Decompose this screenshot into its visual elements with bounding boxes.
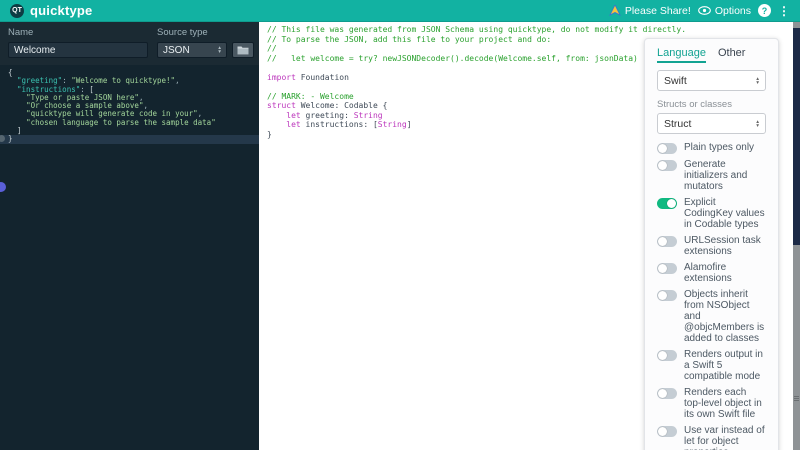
toggle-switch[interactable] [657, 236, 677, 247]
code-line: } [0, 135, 259, 144]
toggle-label: Explicit CodingKey values in Codable typ… [684, 197, 765, 230]
toggle-label: Generate initializers and mutators [684, 159, 748, 192]
options-label: Options [714, 4, 751, 17]
source-panel: Name Source type JSON ▴▾ { "greeting": "… [0, 22, 259, 450]
toggle-option[interactable]: Generate initializers and mutators [657, 159, 766, 192]
folder-icon [237, 46, 249, 55]
toggle-option[interactable]: Plain types only [657, 142, 766, 154]
kebab-menu-icon[interactable]: ⋮ [778, 5, 790, 17]
toggle-option[interactable]: Use var instead of let for object proper… [657, 425, 766, 450]
app-title: quicktype [30, 3, 93, 18]
chevron-updown-icon: ▴ ▾ [756, 75, 759, 86]
toggle-option[interactable]: Alamofire extensions [657, 262, 766, 284]
language-value: Swift [664, 74, 687, 87]
tab-language[interactable]: Language [657, 47, 706, 63]
toggle-switch[interactable] [657, 426, 677, 437]
options-card: Language Other Swift ▴ ▾ Structs or class… [644, 38, 779, 450]
eye-icon [697, 6, 711, 15]
source-type-value: JSON [163, 44, 190, 56]
share-button[interactable]: Please Share! [608, 4, 691, 17]
code-line: "chosen language to parse the sample dat… [26, 117, 216, 127]
json-source-editor[interactable]: { "greeting": "Welcome to quicktype!", "… [0, 65, 259, 144]
toggle-label: Plain types only [684, 142, 755, 153]
scrollbar-grip [794, 396, 799, 402]
chevron-updown-icon: ▴ ▾ [756, 118, 759, 129]
source-type-label: Source type [157, 27, 208, 38]
quicktype-logo-icon: QT [10, 3, 24, 18]
scrollbar-thumb[interactable] [793, 28, 800, 245]
tab-other[interactable]: Other [718, 47, 746, 63]
toggle-label: Alamofire extensions [684, 262, 732, 284]
toggle-switch[interactable] [657, 198, 677, 209]
share-label: Please Share! [624, 4, 691, 17]
options-tabs: Language Other [657, 47, 766, 63]
toggle-switch[interactable] [657, 350, 677, 361]
code-line: ] [17, 126, 22, 136]
toggle-switch[interactable] [657, 143, 677, 154]
help-button[interactable]: ? [758, 4, 771, 17]
toggle-switch[interactable] [657, 263, 677, 274]
toggle-label: Use var instead of let for object proper… [684, 425, 765, 450]
toggle-options-list: Plain types only Generate initializers an… [657, 142, 766, 450]
toggle-option[interactable]: Objects inherit from NSObject and @objcM… [657, 289, 766, 344]
toggle-option[interactable]: Explicit CodingKey values in Codable typ… [657, 197, 766, 230]
app-header: QT quicktype Please Share! Options ? ⋮ [0, 0, 800, 22]
open-file-button[interactable] [232, 42, 254, 58]
paper-plane-icon [608, 5, 621, 16]
toggle-label: Renders output in a Swift 5 compatible m… [684, 349, 763, 382]
toggle-option[interactable]: URLSession task extensions [657, 235, 766, 257]
source-form: Name Source type JSON ▴▾ [0, 22, 259, 65]
toggle-label: Objects inherit from NSObject and @objcM… [684, 289, 765, 344]
toggle-switch[interactable] [657, 160, 677, 171]
editor-marker-dot [0, 182, 6, 192]
structs-value: Struct [664, 117, 692, 130]
language-select[interactable]: Swift ▴ ▾ [657, 70, 766, 91]
toggle-switch[interactable] [657, 290, 677, 301]
toggle-option[interactable]: Renders each top-level object in its own… [657, 387, 766, 420]
structs-or-classes-select[interactable]: Struct ▴ ▾ [657, 113, 766, 134]
toggle-label: Renders each top-level object in its own… [684, 387, 762, 420]
name-label: Name [8, 27, 34, 38]
toggle-option[interactable]: Renders output in a Swift 5 compatible m… [657, 349, 766, 382]
source-type-select[interactable]: JSON ▴ ▾ [157, 42, 227, 58]
structs-or-classes-label: Structs or classes [657, 99, 732, 110]
name-input[interactable] [8, 42, 148, 58]
options-button[interactable]: Options [697, 4, 751, 17]
toggle-label: URLSession task extensions [684, 235, 761, 257]
chevron-updown-icon: ▴ ▾ [218, 45, 221, 55]
code-line: // This file was generated from JSON Sch… [267, 25, 687, 34]
scrollbar-track[interactable] [793, 22, 800, 450]
toggle-switch[interactable] [657, 388, 677, 399]
